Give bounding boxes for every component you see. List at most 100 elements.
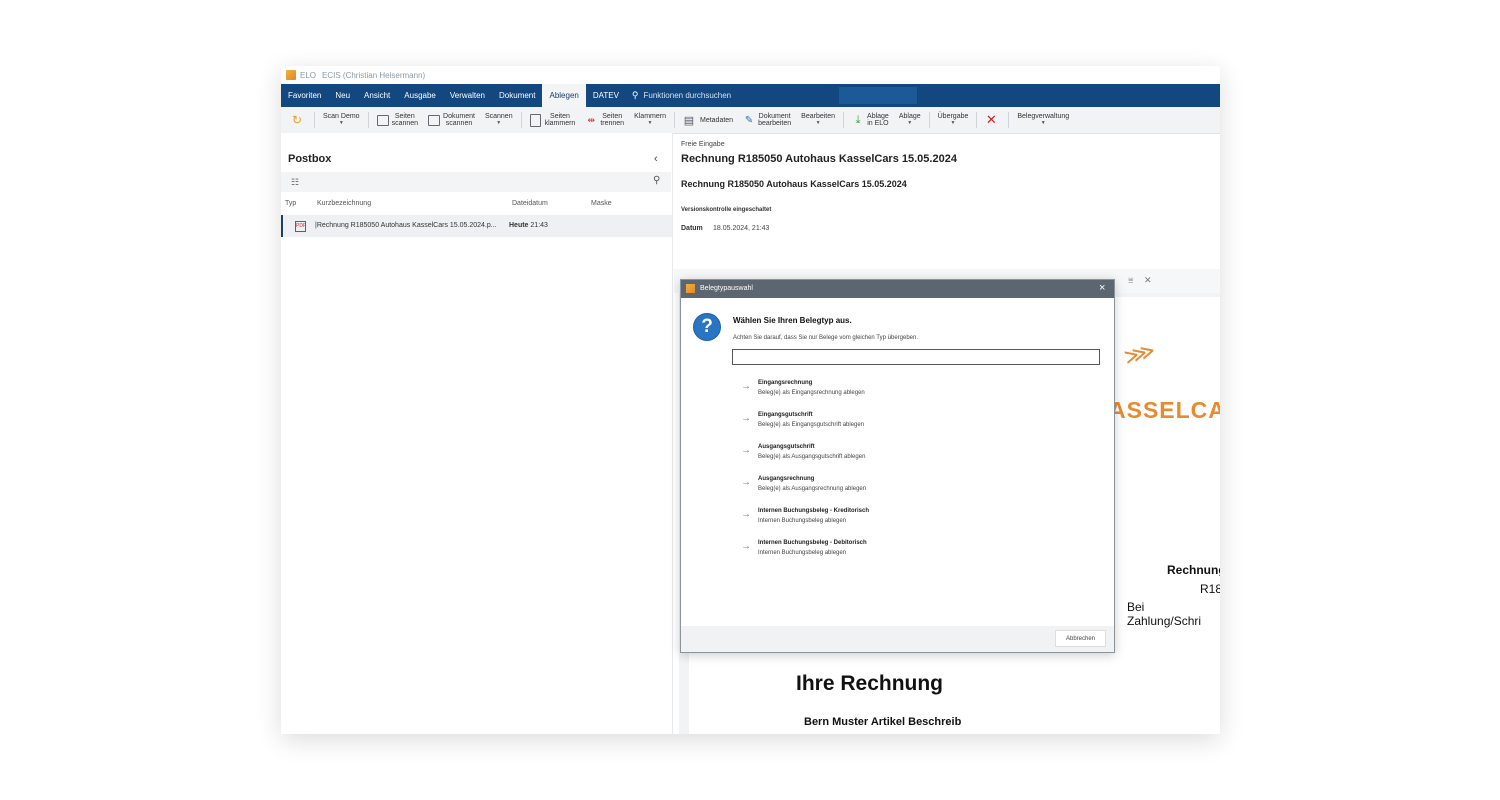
- tab-neu[interactable]: Neu: [328, 84, 357, 107]
- dokument-bearbeiten-button[interactable]: ✎ Dokument bearbeiten: [738, 109, 796, 131]
- scannen-label: Scannen: [484, 113, 513, 120]
- function-search[interactable]: ⚲ Funktionen durchsuchen: [632, 84, 731, 107]
- option-buchungsbeleg-debitorisch[interactable]: → Internen Buchungsbeleg - Debitorisch I…: [739, 539, 1079, 565]
- belegtyp-dialog: Belegtypauswahl × ? Wählen Sie Ihren Bel…: [680, 279, 1115, 653]
- tab-ablegen[interactable]: Ablegen: [542, 84, 586, 107]
- option-eingangsrechnung[interactable]: → Eingangsrechnung Beleg(e) als Eingangs…: [739, 379, 1079, 405]
- column-maske[interactable]: Maske: [591, 200, 612, 207]
- dialog-hint: Achten Sie darauf, dass Sie nur Belege v…: [733, 335, 919, 341]
- bearbeiten-menu-button[interactable]: Bearbeiten ▼: [796, 109, 840, 131]
- separator: [673, 112, 675, 128]
- belegverwaltung-label: Belegverwaltung: [1017, 113, 1070, 120]
- seiten-scannen-button[interactable]: Seiten scannen: [372, 109, 423, 131]
- ablage-in-elo-button[interactable]: ⤓ Ablage in ELO: [847, 109, 894, 131]
- option-desc: Internen Buchungsbeleg ablegen: [758, 550, 847, 556]
- dokument-bearbeiten-label-2: bearbeiten: [758, 120, 792, 127]
- dokument-scannen-label-1: Dokument: [443, 113, 475, 120]
- option-title: Eingangsrechnung: [758, 380, 813, 386]
- belegverwaltung-menu-button[interactable]: Belegverwaltung ▼: [1012, 109, 1074, 131]
- grid-icon[interactable]: ☷: [291, 177, 299, 188]
- search-field[interactable]: [839, 87, 917, 104]
- scannen-menu-button[interactable]: Scannen ▼: [480, 109, 518, 131]
- ribbon-toolbar: ↻ Scan Demo ▼ Seiten scannen Dokument scann…: [281, 107, 1220, 134]
- search-icon[interactable]: ⚲: [653, 175, 660, 186]
- tab-favoriten[interactable]: Favoriten: [281, 84, 328, 107]
- chevron-down-icon: ▼: [1040, 120, 1046, 126]
- ablage-in-elo-label-2: in ELO: [867, 120, 889, 127]
- scanner-icon: [428, 114, 441, 126]
- filter-icon[interactable]: ⩸: [1128, 275, 1133, 286]
- belegtyp-search-input[interactable]: [732, 349, 1100, 365]
- postbox-table-header: Typ Kurzbezeichnung Dateidatum Maske: [281, 193, 671, 215]
- seiten-klammern-button[interactable]: Seiten klammern: [525, 109, 581, 131]
- arrow-right-icon: →: [741, 509, 751, 520]
- ablage-in-elo-label-1: Ablage: [867, 113, 889, 120]
- tab-verwalten[interactable]: Verwalten: [443, 84, 492, 107]
- option-desc: Beleg(e) als Eingangsgutschrift ablegen: [758, 422, 865, 428]
- seiten-klammern-label-1: Seiten: [550, 113, 570, 120]
- ablage-menu-button[interactable]: Ablage ▼: [894, 109, 926, 131]
- delete-button[interactable]: ✕: [980, 109, 1005, 131]
- column-kurzbezeichnung[interactable]: Kurzbezeichnung: [317, 200, 371, 207]
- option-buchungsbeleg-kreditorisch[interactable]: → Internen Buchungsbeleg - Kreditorisch …: [739, 507, 1079, 533]
- chevron-left-icon[interactable]: ‹: [654, 153, 658, 165]
- option-title: Internen Buchungsbeleg - Kreditorisch: [758, 508, 870, 514]
- separator: [520, 112, 522, 128]
- uebergabe-menu-button[interactable]: Übergabe ▼: [933, 109, 974, 131]
- separator: [843, 112, 845, 128]
- chevron-down-icon: ▼: [496, 120, 502, 126]
- dialog-title: Belegtypauswahl: [700, 285, 753, 292]
- dokument-scannen-label-2: scannen: [445, 120, 473, 127]
- cancel-button[interactable]: Abbrechen: [1055, 630, 1106, 647]
- tab-ausgabe[interactable]: Ausgabe: [397, 84, 443, 107]
- option-desc: Internen Buchungsbeleg ablegen: [758, 518, 847, 524]
- postbox-panel: Postbox ‹ ☷ ⚲ Typ Kurzbezeichnung Dateid…: [281, 133, 673, 734]
- option-desc: Beleg(e) als Eingangsrechnung ablegen: [758, 390, 865, 396]
- dokument-scannen-button[interactable]: Dokument scannen: [423, 109, 480, 131]
- seiten-trennen-label-2: trennen: [600, 120, 625, 127]
- separator: [928, 112, 930, 128]
- klammern-menu-button[interactable]: Klammern ▼: [629, 109, 671, 131]
- table-row[interactable]: PDF |Rechnung R185050 Autohaus KasselCar…: [281, 215, 673, 237]
- invoice-info-line-1: Rechnung: [1167, 563, 1220, 577]
- bird-logo-icon: ⋙: [1121, 337, 1158, 370]
- tab-datev[interactable]: DATEV: [586, 84, 626, 107]
- ablage-label: Ablage: [898, 113, 921, 120]
- arrow-right-icon: →: [741, 381, 751, 392]
- refresh-icon: ↻: [291, 113, 303, 127]
- function-search-label: Funktionen durchsuchen: [643, 91, 732, 100]
- column-typ[interactable]: Typ: [285, 200, 296, 207]
- scan-demo-button[interactable]: Scan Demo ▼: [318, 109, 365, 131]
- column-dateidatum[interactable]: Dateidatum: [512, 200, 548, 207]
- close-icon[interactable]: ✕: [1144, 275, 1152, 286]
- seiten-trennen-button[interactable]: ⇹ Seiten trennen: [580, 109, 629, 131]
- option-desc: Beleg(e) als Ausgangsgutschrift ablegen: [758, 454, 866, 460]
- elo-logo-icon: [686, 284, 695, 293]
- row-name: |Rechnung R185050 Autohaus KasselCars 15…: [315, 222, 497, 229]
- uebergabe-label: Übergabe: [937, 113, 969, 120]
- date-label: Datum: [681, 225, 703, 232]
- option-eingangsgutschrift[interactable]: → Eingangsgutschrift Beleg(e) als Eingan…: [739, 411, 1079, 437]
- ribbon-tabs: Favoriten Neu Ansicht Ausgabe Verwalten …: [281, 84, 1220, 107]
- invoice-info-line-3: Bei Zahlung/Schri: [1127, 600, 1202, 628]
- option-ausgangsgutschrift[interactable]: → Ausgangsgutschrift Beleg(e) als Ausgan…: [739, 443, 1079, 469]
- edit-icon: ✎: [744, 114, 754, 126]
- panel-divider[interactable]: [672, 133, 673, 734]
- close-icon[interactable]: ×: [1099, 282, 1105, 294]
- chevron-down-icon: ▼: [815, 120, 821, 126]
- postbox-title: Postbox: [288, 153, 332, 165]
- tab-dokument[interactable]: Dokument: [492, 84, 542, 107]
- version-control-status: Versionskontrolle eingeschaltet: [681, 207, 772, 213]
- row-time: 21:43: [530, 222, 548, 229]
- elo-logo-icon: [286, 70, 296, 80]
- tab-ansicht[interactable]: Ansicht: [357, 84, 397, 107]
- arrow-right-icon: →: [741, 541, 751, 552]
- app-name: ELO: [300, 70, 317, 80]
- metadaten-button[interactable]: ▤ Metadaten: [678, 109, 738, 131]
- chevron-down-icon: ▼: [907, 120, 913, 126]
- separator: [1008, 112, 1010, 128]
- option-ausgangsrechnung[interactable]: → Ausgangsrechnung Beleg(e) als Ausgangs…: [739, 475, 1079, 501]
- brand-logo-text: ASSELCA: [1109, 397, 1220, 423]
- klammern-label: Klammern: [634, 113, 666, 120]
- refresh-button[interactable]: ↻: [281, 109, 311, 131]
